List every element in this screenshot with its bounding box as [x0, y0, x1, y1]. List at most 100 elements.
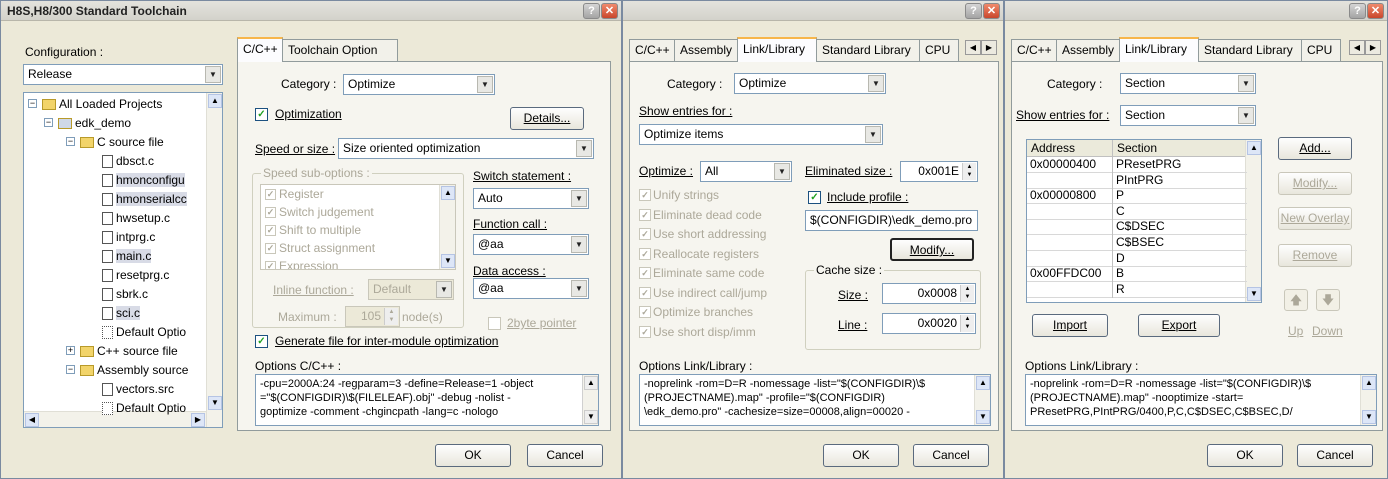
- table-row[interactable]: 0x00FFDC00 B: [1027, 266, 1247, 283]
- new-overlay-button[interactable]: New Overlay: [1278, 207, 1352, 230]
- configuration-select[interactable]: Release ▼: [23, 64, 223, 85]
- close-icon[interactable]: ✕: [601, 3, 618, 19]
- expand-toggle-icon[interactable]: +: [66, 346, 75, 355]
- import-button[interactable]: Import: [1032, 314, 1108, 337]
- tree-node[interactable]: Assembly source: [80, 361, 188, 379]
- optimize-item-checkbox[interactable]: ✓: [639, 267, 651, 279]
- table-scrollbar[interactable]: ▲ ▼: [1245, 140, 1261, 302]
- tree-node[interactable]: hmonconfigu: [102, 171, 185, 189]
- remove-button[interactable]: Remove: [1278, 244, 1352, 267]
- tree-node[interactable]: C source file: [80, 133, 164, 151]
- close-icon[interactable]: ✕: [1367, 3, 1384, 19]
- generate-file-checkbox[interactable]: ✓: [255, 335, 268, 348]
- table-row[interactable]: R: [1027, 281, 1247, 298]
- show-entries-select[interactable]: Section ▼: [1120, 105, 1256, 126]
- spin-arrows-icon[interactable]: ▲ ▼: [384, 308, 398, 325]
- optimize-item-checkbox[interactable]: ✓: [639, 189, 651, 201]
- tab-standard-library[interactable]: Standard Library: [1198, 39, 1302, 61]
- cache-size-spinner[interactable]: 0x0008 ▲ ▼: [882, 283, 976, 304]
- scroll-down-icon[interactable]: ▼: [1362, 410, 1376, 424]
- ok-button[interactable]: OK: [1207, 444, 1283, 467]
- optimize-select[interactable]: All ▼: [700, 161, 792, 182]
- function-call-select[interactable]: @aa ▼: [473, 234, 589, 255]
- options-scrollbar[interactable]: ▲ ▼: [582, 375, 598, 425]
- two-byte-pointer-checkbox[interactable]: [488, 317, 501, 330]
- scroll-up-icon[interactable]: ▲: [1247, 141, 1261, 155]
- sub-option-checkbox[interactable]: ✓: [265, 243, 276, 254]
- tree-vertical-scrollbar[interactable]: ▲ ▼: [206, 93, 222, 427]
- scroll-down-icon[interactable]: ▼: [441, 254, 455, 268]
- tree-node[interactable]: vectors.src: [102, 380, 174, 398]
- cache-line-spinner[interactable]: 0x0020 ▲ ▼: [882, 313, 976, 334]
- switch-statement-select[interactable]: Auto ▼: [473, 188, 589, 209]
- table-row[interactable]: 0x00000800 P: [1027, 188, 1247, 205]
- tab-c-c-[interactable]: C/C++: [629, 39, 675, 61]
- tab-link-library[interactable]: Link/Library: [1119, 37, 1199, 62]
- sub-option-checkbox[interactable]: ✓: [265, 261, 276, 269]
- modify-button[interactable]: Modify...: [890, 238, 974, 261]
- scroll-right-icon[interactable]: ▶: [191, 413, 205, 427]
- optimize-item-checkbox[interactable]: ✓: [639, 306, 651, 318]
- tree-node[interactable]: C++ source file: [80, 342, 178, 360]
- tab-scroll-left-icon[interactable]: ◀: [965, 40, 981, 55]
- table-row[interactable]: 0x00000400 PResetPRG: [1027, 157, 1247, 173]
- section-table[interactable]: Address Section ▲ ▼ 0x00000400 PResetPRG P…: [1026, 139, 1262, 303]
- table-row[interactable]: PIntPRG: [1027, 172, 1247, 189]
- help-icon[interactable]: ?: [1349, 3, 1366, 19]
- cancel-button[interactable]: Cancel: [1297, 444, 1373, 467]
- tab-scroll-left-icon[interactable]: ◀: [1349, 40, 1365, 55]
- scroll-down-icon[interactable]: ▼: [208, 396, 222, 410]
- tree-node[interactable]: hwsetup.c: [102, 209, 170, 227]
- tree-node[interactable]: edk_demo: [58, 114, 131, 132]
- scroll-up-icon[interactable]: ▲: [976, 376, 990, 390]
- table-row[interactable]: C$DSEC: [1027, 219, 1247, 236]
- details-button[interactable]: Details...: [510, 107, 584, 130]
- column-header-section[interactable]: Section: [1113, 140, 1247, 157]
- tab-standard-library[interactable]: Standard Library: [816, 39, 920, 61]
- scroll-down-icon[interactable]: ▼: [1247, 287, 1261, 301]
- table-row[interactable]: D: [1027, 250, 1247, 267]
- spin-arrows-icon[interactable]: ▲ ▼: [960, 285, 974, 302]
- expand-toggle-icon[interactable]: −: [44, 118, 53, 127]
- move-down-button[interactable]: 🡇: [1316, 289, 1340, 311]
- tree-node[interactable]: main.c: [102, 247, 152, 265]
- tree-node[interactable]: intprg.c: [102, 228, 155, 246]
- spin-arrows-icon[interactable]: ▲ ▼: [960, 315, 974, 332]
- options-textarea[interactable]: -noprelink -rom=D=R -nomessage -list="$(…: [639, 374, 991, 426]
- tree-node[interactable]: dbsct.c: [102, 152, 154, 170]
- optimize-item-checkbox[interactable]: ✓: [639, 208, 651, 221]
- list-scrollbar[interactable]: ▲ ▼: [439, 185, 455, 269]
- inline-function-select[interactable]: Default ▼: [368, 279, 454, 300]
- ok-button[interactable]: OK: [823, 444, 899, 467]
- sub-option-checkbox[interactable]: ✓: [265, 189, 276, 200]
- tab-assembly[interactable]: Assembly: [674, 39, 738, 61]
- move-up-button[interactable]: 🡅: [1284, 289, 1308, 311]
- sub-option-checkbox[interactable]: ✓: [265, 225, 276, 236]
- tab-assembly[interactable]: Assembly: [1056, 39, 1120, 61]
- eliminated-size-spinner[interactable]: 0x001E ▲ ▼: [900, 161, 978, 182]
- scroll-left-icon[interactable]: ◀: [25, 413, 39, 427]
- tree-node[interactable]: sbrk.c: [102, 285, 148, 303]
- help-icon[interactable]: ?: [965, 3, 982, 19]
- optimize-item-checkbox[interactable]: ✓: [639, 286, 651, 299]
- cancel-button[interactable]: Cancel: [913, 444, 989, 467]
- maximum-spinner[interactable]: 105 ▲ ▼: [345, 306, 400, 327]
- scroll-down-icon[interactable]: ▼: [976, 410, 990, 424]
- expand-toggle-icon[interactable]: −: [66, 137, 75, 146]
- sub-option-checkbox[interactable]: ✓: [265, 207, 276, 218]
- options-textarea[interactable]: -noprelink -rom=D=R -nomessage -list="$(…: [1025, 374, 1377, 426]
- table-row[interactable]: C$BSEC: [1027, 235, 1247, 251]
- tree-node[interactable]: resetprg.c: [102, 266, 169, 284]
- table-row[interactable]: C: [1027, 203, 1247, 220]
- project-tree[interactable]: ▲ ▼ ◀ ▶ − All Loaded Projects − edk_demo − C …: [23, 92, 223, 428]
- options-scrollbar[interactable]: ▲ ▼: [1360, 375, 1376, 425]
- speed-sub-options-list[interactable]: ▲ ▼ ✓ Register ✓ Switch judgement ✓ Shift to …: [260, 184, 456, 270]
- scroll-up-icon[interactable]: ▲: [208, 94, 222, 108]
- ok-button[interactable]: OK: [435, 444, 511, 467]
- help-icon[interactable]: ?: [583, 3, 600, 19]
- spin-arrows-icon[interactable]: ▲ ▼: [962, 163, 976, 180]
- optimize-item-checkbox[interactable]: ✓: [639, 247, 651, 260]
- tab-scroll-right-icon[interactable]: ▶: [1365, 40, 1381, 55]
- add-button[interactable]: Add...: [1278, 137, 1352, 160]
- options-textarea[interactable]: -cpu=2000A:24 -regparam=3 -define=Releas…: [255, 374, 599, 426]
